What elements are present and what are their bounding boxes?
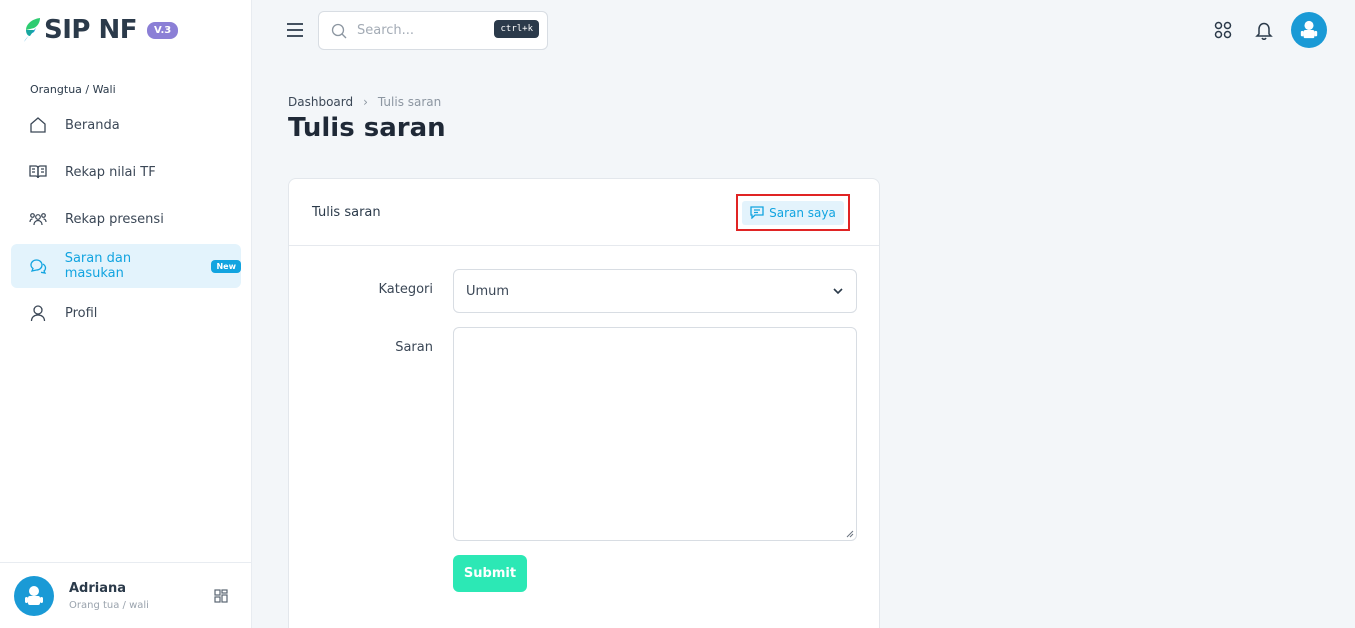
search-input[interactable] — [357, 23, 487, 38]
user-info: Adriana Orang tua / wali — [69, 581, 149, 611]
submit-button[interactable]: Submit — [453, 555, 527, 592]
sidebar-role-label: Orangtua / Wali — [30, 83, 116, 96]
sidebar-user-footer[interactable]: Adriana Orang tua / wali — [0, 562, 252, 628]
robot-avatar-icon — [1300, 20, 1318, 39]
saran-saya-button-inner: Saran saya — [742, 200, 844, 225]
page-title: Tulis saran — [288, 113, 446, 143]
top-avatar[interactable] — [1291, 12, 1327, 48]
sidebar-item-rekap-nilai[interactable]: Rekap nilai TF — [11, 150, 241, 194]
chevron-down-icon — [833, 288, 843, 295]
new-badge: New — [211, 259, 241, 273]
saran-saya-button[interactable]: Saran saya — [736, 194, 850, 231]
app-name: SIP NF — [44, 15, 138, 45]
chevron-right-icon: › — [363, 95, 368, 109]
settings-grid-icon[interactable] — [214, 588, 228, 607]
resize-grip-icon[interactable] — [845, 529, 854, 538]
saran-textarea[interactable] — [453, 327, 857, 541]
app-logo[interactable]: SIP NF V.3 — [22, 14, 179, 46]
category-label: Kategori — [378, 282, 433, 297]
search-shortcut-badge: ctrl+k — [494, 20, 539, 38]
version-badge: V.3 — [147, 21, 179, 39]
users-icon — [28, 209, 48, 229]
home-icon — [28, 115, 48, 135]
bell-icon[interactable] — [1255, 20, 1273, 40]
suggestion-card: Tulis saran Saran saya Kategori Umum Sar… — [288, 178, 880, 628]
sidebar-item-label: Rekap nilai TF — [65, 164, 156, 180]
sidebar-item-profil[interactable]: Profil — [11, 291, 241, 335]
message-icon — [750, 206, 764, 219]
saran-saya-label: Saran saya — [769, 205, 836, 220]
avatar — [14, 575, 54, 616]
sidebar-item-rekap-presensi[interactable]: Rekap presensi — [11, 197, 241, 241]
sidebar-item-saran[interactable]: Saran dan masukan New — [11, 244, 241, 288]
user-role: Orang tua / wali — [69, 599, 149, 611]
user-name: Adriana — [69, 580, 127, 596]
search-box[interactable]: ctrl+k — [318, 11, 548, 50]
topbar-actions — [1191, 12, 1327, 48]
user-icon — [28, 303, 48, 323]
search-icon — [331, 23, 347, 38]
robot-avatar-icon — [25, 585, 43, 605]
sidebar-item-beranda[interactable]: Beranda — [11, 103, 241, 147]
sidebar-item-label: Profil — [65, 305, 98, 321]
leaf-logo-icon — [24, 18, 40, 42]
sidebar-item-label: Saran dan masukan — [64, 251, 132, 281]
saran-label: Saran — [395, 340, 433, 355]
apps-grid-icon[interactable] — [1214, 21, 1232, 39]
breadcrumb: Dashboard › Tulis saran — [288, 95, 441, 109]
category-select[interactable]: Umum — [453, 269, 857, 313]
sidebar-nav: Beranda Rekap nilai TF Rekap presensi Sa… — [11, 103, 241, 338]
sidebar-item-label: Beranda — [65, 117, 120, 133]
breadcrumb-current: Tulis saran — [377, 95, 442, 109]
book-icon — [28, 162, 48, 182]
hamburger-menu-icon[interactable] — [286, 22, 304, 42]
card-title: Tulis saran — [312, 204, 381, 220]
breadcrumb-dashboard[interactable]: Dashboard — [288, 95, 353, 109]
sidebar: SIP NF V.3 Orangtua / Wali Beranda Rekap… — [0, 0, 252, 628]
card-header: Tulis saran Saran saya — [289, 179, 879, 246]
category-selected-value: Umum — [466, 283, 510, 299]
chat-icon — [28, 256, 48, 276]
sidebar-item-label: Rekap presensi — [65, 211, 164, 227]
